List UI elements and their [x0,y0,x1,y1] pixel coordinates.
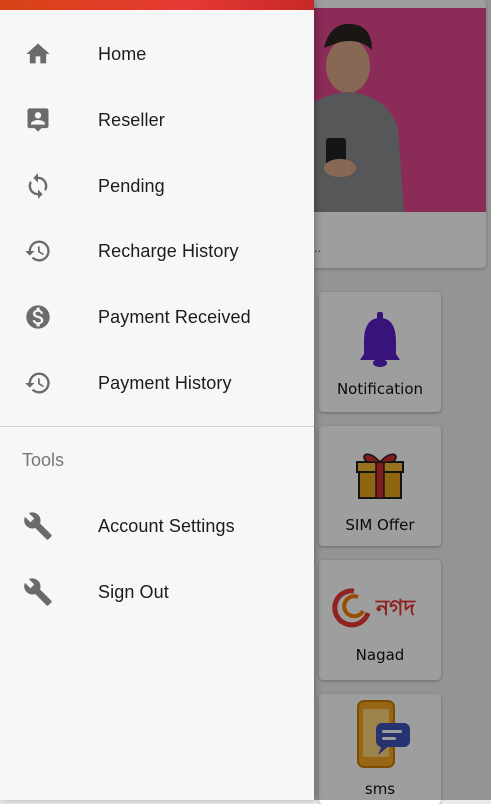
menu-item-label: Home [98,43,147,64]
menu-item-label: Sign Out [98,581,169,602]
menu-item-label: Recharge History [98,240,239,261]
wrench-icon [22,576,54,608]
menu-item-account-settings[interactable]: Account Settings [0,494,314,558]
menu-item-recharge-history[interactable]: Recharge History [0,219,314,283]
history-icon [22,235,54,267]
menu-item-home[interactable]: Home [0,22,314,86]
menu-item-pending[interactable]: Pending [0,154,314,218]
tools-section-header: Tools [22,450,65,470]
menu-divider [0,426,314,427]
drawer-header [0,0,314,10]
menu-item-label: Payment Received [98,306,251,327]
menu-item-sign-out[interactable]: Sign Out [0,560,314,624]
menu-item-label: Pending [98,175,165,196]
dollar-circle-icon [22,301,54,333]
navigation-drawer: Home Reseller Pending Recharge History P… [0,0,314,800]
wrench-icon [22,510,54,542]
contact-card-icon [22,104,54,136]
menu-item-reseller[interactable]: Reseller [0,88,314,152]
sync-icon [22,170,54,202]
menu-item-payment-history[interactable]: Payment History [0,351,314,415]
home-icon [22,38,54,70]
history-icon [22,367,54,399]
menu-item-payment-received[interactable]: Payment Received [0,285,314,349]
menu-item-label: Reseller [98,109,165,130]
menu-item-label: Account Settings [98,515,235,536]
menu-item-label: Payment History [98,372,232,393]
